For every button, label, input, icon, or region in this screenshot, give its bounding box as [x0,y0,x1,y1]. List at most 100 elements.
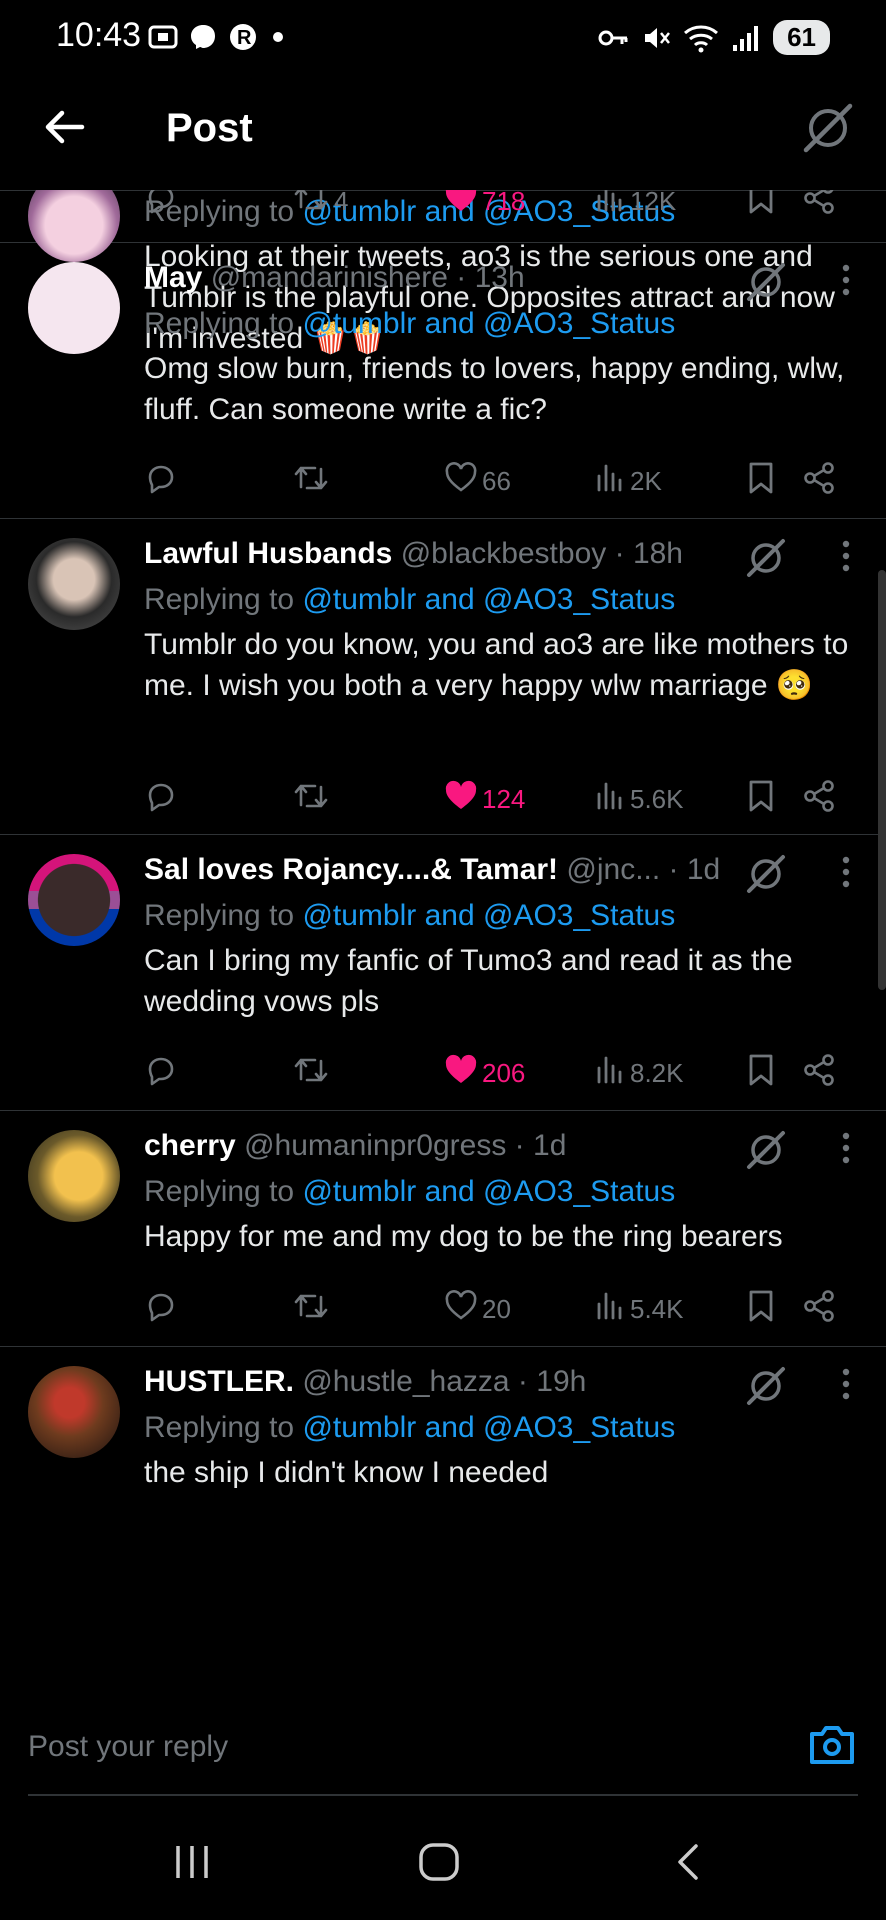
tweet-author-handle[interactable]: @mandarinishere [211,261,448,294]
battery-indicator: 61 [773,20,830,55]
tweet-time: 18h [632,537,683,570]
avatar[interactable] [28,262,120,354]
tweet-body: Lawful Husbands @blackbestboy · 18h Reply… [144,532,858,706]
mention-link[interactable]: @tumblr [302,1175,416,1208]
share-button[interactable] [802,776,836,822]
mention-conjunction: and [424,307,475,340]
tweet-author-name[interactable]: Sal loves Rojancy....& Tamar! [144,853,558,886]
tweet[interactable]: Lawful Husbands @blackbestboy · 18h Reply… [0,518,886,835]
views-button[interactable]: 5.6K [594,776,684,822]
share-button[interactable] [802,190,836,224]
reply-button[interactable] [144,458,178,504]
grok-icon[interactable] [744,1128,788,1185]
bookmark-button[interactable] [746,1286,776,1332]
bookmark-button[interactable] [746,458,776,504]
tweet[interactable]: cherry @humaninpr0gress · 1d Replying to … [0,1110,886,1347]
reply-button[interactable] [144,1286,178,1332]
retweet-button[interactable] [292,1286,334,1332]
more-icon[interactable] [840,1130,852,1179]
mention-link[interactable]: @tumblr [302,307,416,340]
tweet[interactable]: HUSTLER. @hustle_hazza · 19h Replying to … [0,1346,886,1646]
mention-link[interactable]: @AO3_Status [483,307,675,340]
like-button[interactable]: 20 [444,1286,511,1332]
back-arrow-icon[interactable] [40,102,90,157]
tweet-author-name[interactable]: May [144,261,202,294]
messenger-icon [191,25,215,49]
retweet-icon [292,779,330,820]
tweet-actions: 4 718 12K [144,190,858,224]
retweet-button[interactable] [292,458,334,504]
reply-button[interactable] [144,1050,178,1096]
mention-link[interactable]: @tumblr [302,899,416,932]
share-button[interactable] [802,1050,836,1096]
views-button[interactable]: 12K [594,190,676,224]
like-count: 718 [482,190,526,216]
camera-icon[interactable] [808,1722,856,1771]
more-icon[interactable] [840,538,852,587]
avatar[interactable] [28,854,120,946]
mention-link[interactable]: @AO3_Status [483,899,675,932]
reply-feed[interactable]: Replying to @tumblr and @AO3_Status Looki… [0,190,886,1690]
like-button[interactable]: 718 [444,190,525,224]
share-button[interactable] [802,1286,836,1332]
bookmark-button[interactable] [746,1050,776,1096]
svg-text:R: R [237,27,252,49]
grok-icon[interactable] [744,1364,788,1421]
bookmark-icon [746,779,776,820]
retweet-button[interactable] [292,776,334,822]
tweet-author-name[interactable]: Lawful Husbands [144,537,392,570]
views-button[interactable]: 5.4K [594,1286,684,1332]
grok-icon[interactable] [744,536,788,593]
mention-link[interactable]: @AO3_Status [483,1175,675,1208]
home-icon[interactable] [418,1842,460,1887]
reply-button[interactable] [144,190,178,224]
avatar[interactable] [28,1366,120,1458]
mention-link[interactable]: @AO3_Status [483,1411,675,1444]
recent-apps-icon[interactable] [172,1842,212,1887]
grok-icon[interactable] [800,100,856,161]
mention-link[interactable]: @tumblr [302,1411,416,1444]
tweet-author-handle[interactable]: @jnc... [566,853,660,886]
tweet[interactable]: Replying to @tumblr and @AO3_Status Looki… [0,190,886,355]
views-button[interactable]: 2K [594,458,662,504]
grok-icon[interactable] [744,260,788,317]
bookmark-icon [746,461,776,502]
tweet-text: Tumblr do you know, you and ao3 are like… [144,628,849,702]
mention-conjunction: and [424,583,475,616]
reply-button[interactable] [144,776,178,822]
grok-icon[interactable] [744,852,788,909]
mention-link[interactable]: @AO3_Status [483,583,675,616]
tweet[interactable]: Sal loves Rojancy....& Tamar! @jnc... · … [0,834,886,1111]
retweet-button[interactable] [292,1050,334,1096]
like-button[interactable]: 66 [444,458,511,504]
tweet-author-handle[interactable]: @hustle_hazza [302,1365,509,1398]
tweet-time: 1d [686,853,721,886]
status-time: 10:43 [56,16,142,54]
tweet-author-name[interactable]: cherry [144,1129,236,1162]
avatar[interactable] [28,538,120,630]
like-button[interactable]: 206 [444,1050,525,1096]
retweet-button[interactable]: 4 [292,190,348,224]
mention-link[interactable]: @tumblr [302,583,416,616]
system-back-icon[interactable] [670,1842,706,1887]
scrollbar[interactable] [878,570,886,990]
views-icon [594,1290,626,1329]
bookmark-button[interactable] [746,190,776,224]
share-button[interactable] [802,458,836,504]
tweet-author-handle[interactable]: @humaninpr0gress [244,1129,506,1162]
tweet-header: Sal loves Rojancy....& Tamar! @jnc... · … [144,848,858,893]
bookmark-button[interactable] [746,776,776,822]
tweet-author-handle[interactable]: @blackbestboy [401,537,607,570]
more-icon[interactable] [840,262,852,311]
more-icon[interactable] [840,1366,852,1415]
views-count: 5.6K [630,783,684,814]
tweet-body: cherry @humaninpr0gress · 1d Replying to … [144,1124,858,1257]
tweet-author-name[interactable]: HUSTLER. [144,1365,294,1398]
reply-input[interactable]: Post your reply [28,1730,228,1764]
views-button[interactable]: 8.2K [594,1050,684,1096]
like-button[interactable]: 124 [444,776,525,822]
more-icon[interactable] [840,854,852,903]
tweet[interactable]: May @mandarinishere · 13h Replying to @tu… [0,242,886,519]
avatar[interactable] [28,1130,120,1222]
r-app-icon: R [230,24,256,50]
